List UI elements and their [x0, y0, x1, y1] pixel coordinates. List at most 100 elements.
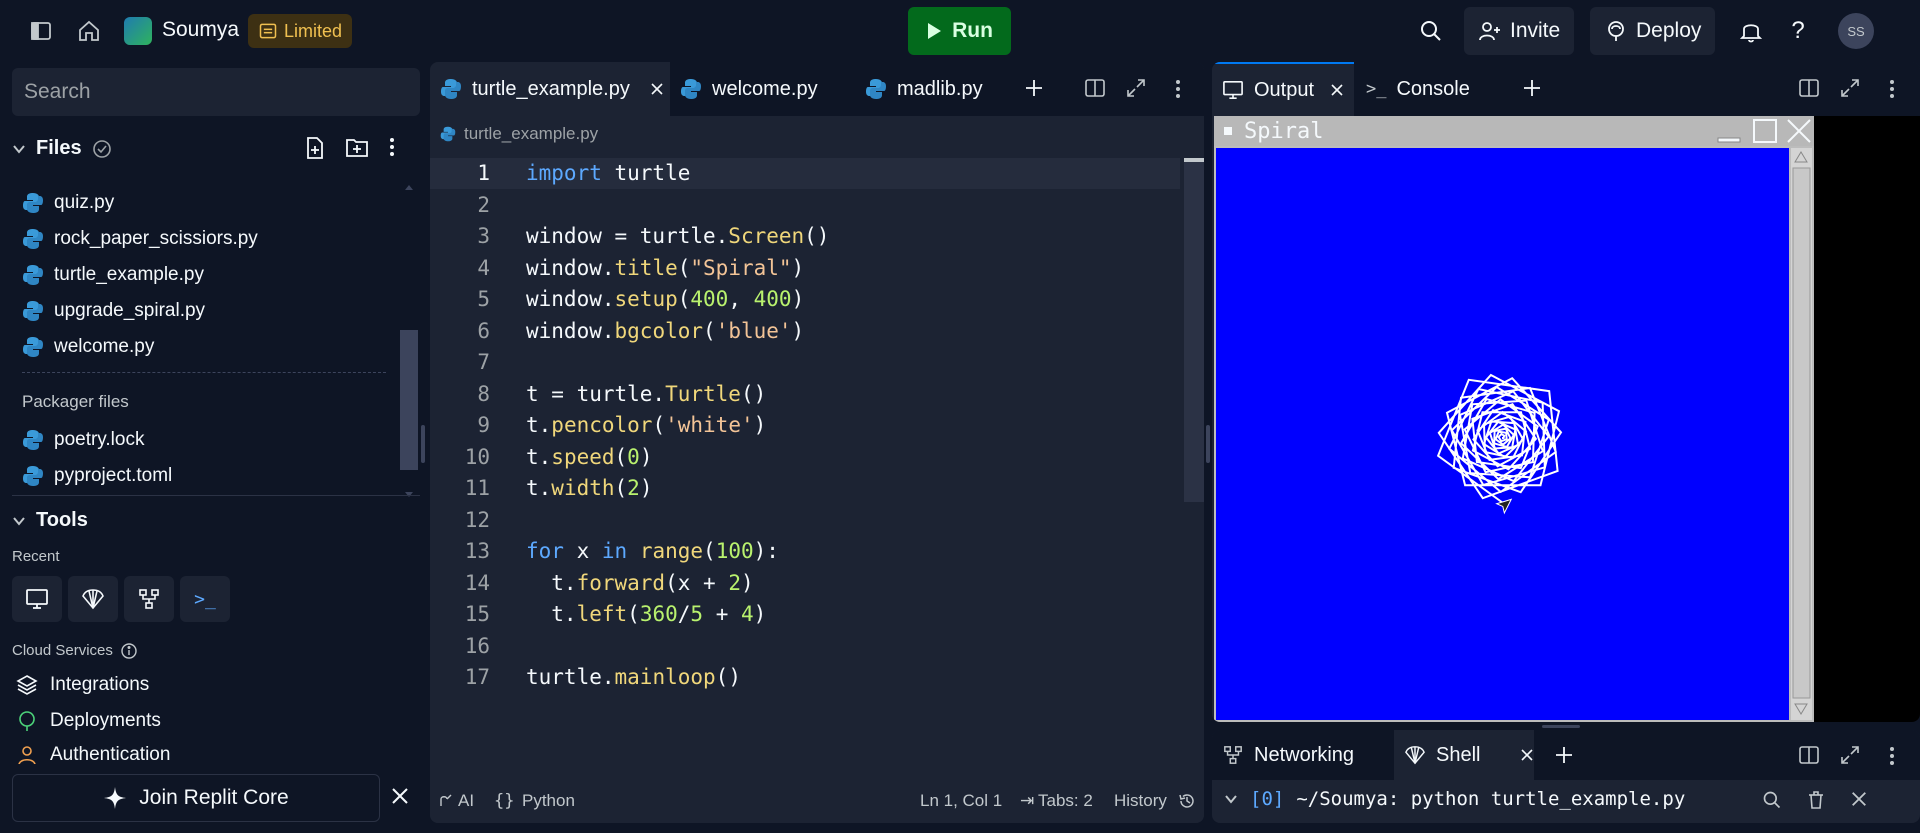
file-item[interactable]: pyproject.toml — [22, 465, 172, 487]
tab-madlib[interactable]: madlib.py — [855, 62, 1015, 116]
output-resize-handle[interactable] — [1542, 725, 1580, 728]
tab-output[interactable]: Output — [1212, 62, 1354, 116]
sidebar-resize-handle[interactable] — [421, 425, 425, 463]
split-pane-icon[interactable] — [1798, 745, 1820, 765]
sidebar-toggle-icon[interactable] — [24, 14, 58, 48]
editor-tab-bar: turtle_example.py welcome.py madlib.py — [430, 62, 1204, 116]
language-label[interactable]: Python — [522, 791, 575, 811]
terminal-icon: >_ — [1366, 79, 1387, 99]
maximize-icon[interactable] — [1126, 78, 1146, 98]
shell-tool-button[interactable] — [68, 576, 118, 622]
pane-resize-handle[interactable] — [1206, 425, 1210, 463]
tab-turtle-example[interactable]: turtle_example.py — [430, 62, 670, 116]
file-item[interactable]: poetry.lock — [22, 429, 144, 451]
console-tool-button[interactable]: >_ — [180, 576, 230, 622]
line-number: 1 — [477, 161, 490, 185]
turtle-scrollbar[interactable] — [1791, 148, 1812, 720]
braces-icon: {} — [494, 790, 515, 811]
minimize-icon[interactable] — [1716, 120, 1742, 144]
code-line: 14 t.forward(x + 2) — [430, 568, 1180, 599]
line-number: 17 — [464, 665, 490, 689]
add-tab-icon[interactable] — [1522, 78, 1542, 98]
invite-button[interactable]: Invite — [1464, 7, 1575, 55]
ai-label[interactable]: AI — [458, 791, 474, 811]
maximize-icon[interactable] — [1840, 745, 1860, 765]
files-title: Files — [36, 137, 82, 159]
shell-tab-bar: Networking Shell — [1212, 730, 1920, 780]
networking-tool-button[interactable] — [124, 576, 174, 622]
close-icon[interactable] — [1850, 790, 1868, 808]
search-input[interactable] — [12, 68, 420, 116]
more-options-icon[interactable] — [1174, 78, 1182, 100]
tab-shell[interactable]: Shell — [1394, 730, 1534, 780]
cloud-item-authentication[interactable]: Authentication — [16, 746, 170, 764]
invite-label: Invite — [1510, 19, 1561, 42]
run-button[interactable]: Run — [908, 7, 1011, 55]
close-window-icon[interactable] — [1786, 118, 1812, 144]
join-core-button[interactable]: Join Replit Core — [12, 774, 380, 822]
file-item[interactable]: quiz.py — [22, 192, 114, 214]
search-icon[interactable] — [1762, 790, 1782, 810]
deploy-button[interactable]: Deploy — [1590, 7, 1716, 55]
line-number: 2 — [477, 192, 490, 217]
maximize-icon[interactable] — [1840, 78, 1860, 98]
close-tab-icon[interactable] — [1520, 748, 1534, 762]
maximize-window-icon[interactable] — [1752, 118, 1778, 144]
tab-label: Networking — [1254, 743, 1355, 766]
tab-networking[interactable]: Networking — [1212, 730, 1392, 780]
code-line: 9 t.pencolor('white') — [430, 410, 1180, 441]
python-file-icon — [22, 192, 44, 214]
turtle-canvas[interactable] — [1216, 148, 1789, 720]
new-folder-icon[interactable] — [345, 136, 369, 158]
split-pane-icon[interactable] — [1798, 78, 1820, 98]
breadcrumb-file[interactable]: turtle_example.py — [464, 124, 598, 144]
ai-icon[interactable] — [438, 793, 454, 809]
webview-tool-button[interactable] — [12, 576, 62, 622]
limited-badge[interactable]: Limited — [248, 14, 353, 48]
close-tab-icon[interactable] — [1330, 83, 1344, 97]
chevron-down-icon — [12, 142, 26, 156]
more-options-icon[interactable] — [1888, 745, 1896, 767]
add-tab-icon[interactable] — [1554, 745, 1574, 765]
help-icon[interactable]: ? — [1781, 14, 1815, 48]
more-options-icon[interactable] — [388, 136, 396, 158]
python-file-icon — [22, 228, 44, 250]
file-item[interactable]: turtle_example.py — [22, 264, 204, 286]
editor-scrollbar[interactable] — [1182, 158, 1204, 778]
close-tab-icon[interactable] — [650, 82, 664, 96]
files-header[interactable]: Files — [12, 137, 112, 160]
cloud-item-integrations[interactable]: Integrations — [16, 674, 149, 696]
search-icon[interactable] — [1414, 14, 1448, 48]
code-editor[interactable]: 1 import turtle 2 3 window = turtle.Screen… — [430, 158, 1180, 778]
tab-welcome[interactable]: welcome.py — [670, 62, 848, 116]
add-tab-icon[interactable] — [1024, 78, 1044, 98]
split-pane-icon[interactable] — [1084, 78, 1106, 98]
repl-name[interactable]: Soumya — [162, 18, 239, 42]
user-avatar[interactable]: SS — [1838, 13, 1874, 49]
tab-console[interactable]: >_ Console — [1356, 62, 1506, 116]
chevron-down-icon[interactable] — [1224, 792, 1238, 806]
file-item[interactable]: upgrade_spiral.py — [22, 300, 205, 322]
new-file-icon[interactable] — [304, 136, 326, 160]
more-options-icon[interactable] — [1888, 78, 1896, 100]
shell-command-line[interactable]: [0] ~/Soumya: python turtle_example.py — [1224, 788, 1685, 810]
window-menu-icon[interactable] — [1224, 127, 1232, 135]
tabs-setting[interactable]: Tabs: 2 — [1038, 791, 1093, 811]
home-icon[interactable] — [72, 14, 106, 48]
file-name: turtle_example.py — [54, 264, 204, 285]
code-line: 8 t = turtle.Turtle() — [430, 379, 1180, 410]
file-item[interactable]: rock_paper_scissiors.py — [22, 228, 258, 250]
plan-icon — [258, 21, 278, 41]
tools-header[interactable]: Tools — [12, 509, 88, 532]
repl-avatar[interactable] — [124, 17, 152, 45]
sidebar-scrollbar[interactable] — [398, 180, 420, 502]
close-icon[interactable] — [390, 786, 410, 806]
cloud-item-deployments[interactable]: Deployments — [16, 710, 161, 732]
history-icon[interactable] — [1178, 792, 1196, 810]
info-icon[interactable] — [121, 642, 137, 659]
history-label[interactable]: History — [1114, 791, 1167, 811]
file-item[interactable]: welcome.py — [22, 336, 154, 358]
cursor-position[interactable]: Ln 1, Col 1 — [920, 791, 1002, 811]
trash-icon[interactable] — [1806, 790, 1826, 810]
bell-icon[interactable] — [1734, 14, 1768, 48]
